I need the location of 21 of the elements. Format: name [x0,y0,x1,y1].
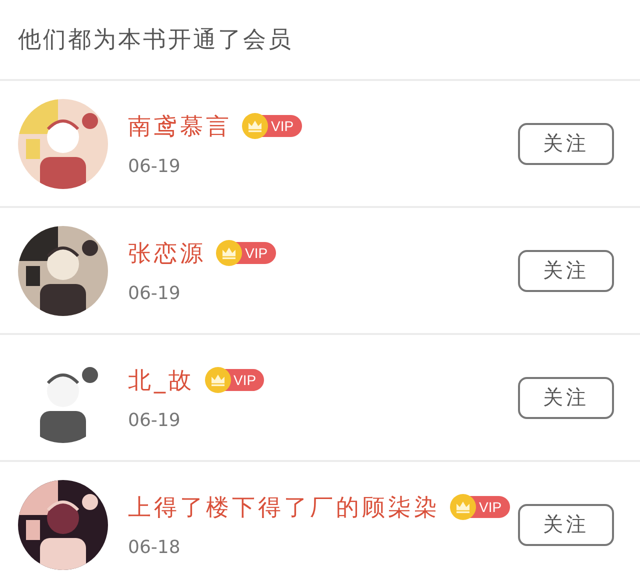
member-name[interactable]: 张恋源 [128,238,206,268]
member-name[interactable]: 南鸢慕言 [128,110,232,142]
crown-icon [216,240,242,266]
vip-badge: VIP [218,242,276,264]
section-title: 他们都为本书开通了会员 [18,26,293,55]
crown-icon [204,367,230,393]
crown-icon [242,113,268,139]
follow-button[interactable]: 关注 [518,504,614,546]
vip-badge: VIP [244,115,302,137]
date-label: 06-19 [128,410,180,430]
crown-icon [450,494,476,520]
member-name[interactable]: 北_故 [128,364,194,396]
date-label: 06-19 [128,282,180,304]
vip-badge: VIP [452,496,510,518]
follow-button[interactable]: 关注 [518,122,614,164]
vip-badge: VIP [206,369,264,391]
date-label: 06-18 [128,536,180,558]
date-label: 06-19 [128,156,180,176]
member-name[interactable]: 上得了楼下得了厂的顾柒染 [128,492,440,522]
follow-button[interactable]: 关注 [518,250,614,292]
follow-button[interactable]: 关注 [518,376,614,418]
